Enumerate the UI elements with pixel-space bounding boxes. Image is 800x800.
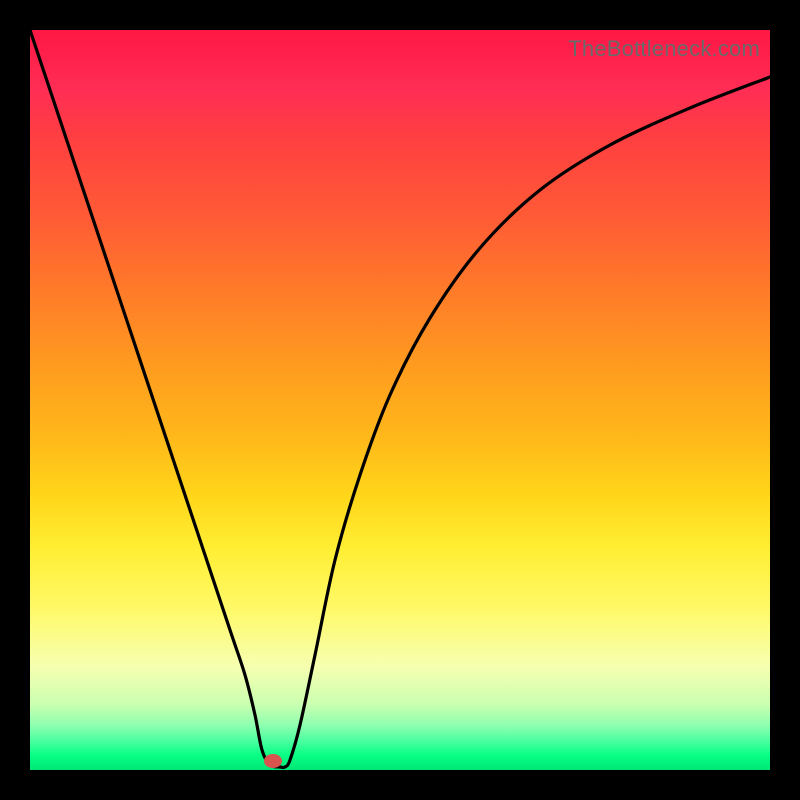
bottleneck-curve [30, 30, 770, 770]
chart-plot-area: TheBottleneck.com [30, 30, 770, 770]
optimal-point-marker [264, 754, 282, 768]
